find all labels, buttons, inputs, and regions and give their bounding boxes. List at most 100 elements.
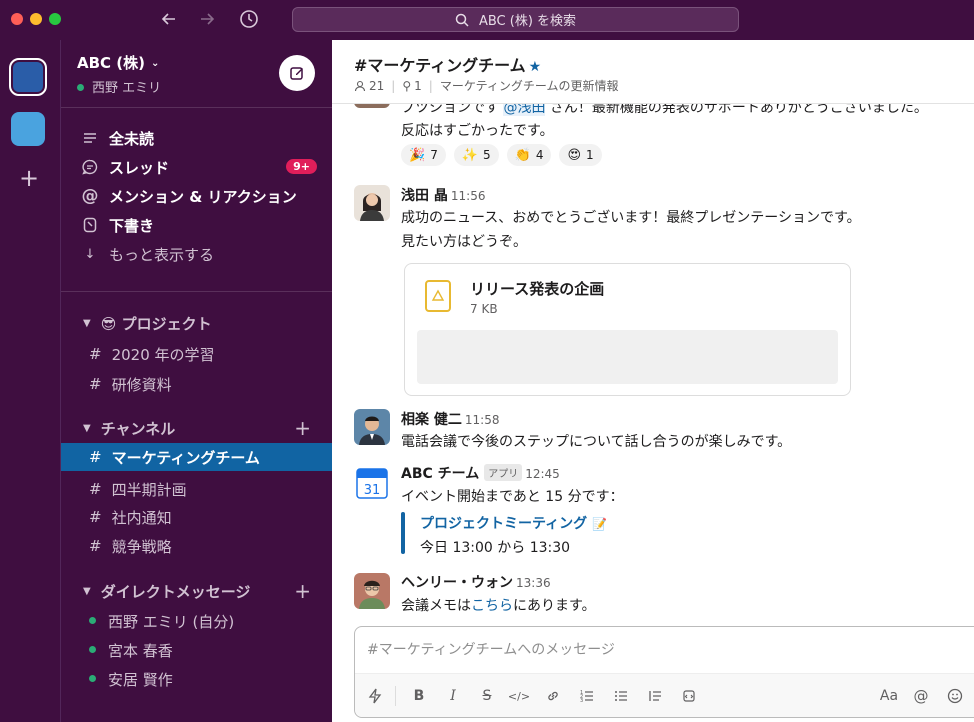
dm-label: 宮本 春香	[108, 641, 173, 660]
file-name[interactable]: リリース発表の企画	[470, 278, 604, 299]
search-bar[interactable]: ABC (株) を検索	[292, 7, 739, 32]
message-sender[interactable]: ヘンリー・ウォン 13:36	[401, 572, 551, 592]
sidebar-item-mentions[interactable]: @ メンション & リアクション	[61, 182, 333, 210]
workspace-second-tile[interactable]	[11, 112, 45, 146]
sender-name[interactable]: 浅田 晶	[401, 188, 448, 204]
message-text: 成功のニュース、おめでとうございます！最終プレゼンテーションです。	[401, 210, 861, 226]
sidebar-channel-2020-learning[interactable]: # 2020 年の学習	[61, 340, 333, 368]
mention-icon[interactable]: @	[909, 684, 933, 708]
add-dm-icon[interactable]: +	[294, 579, 311, 603]
sidebar-channel-strategy[interactable]: # 競争戦略	[61, 532, 333, 560]
link-icon[interactable]	[541, 684, 565, 708]
event-quote-bar	[401, 512, 405, 554]
zoom-window-button[interactable]	[49, 13, 61, 25]
sidebar-channel-marketing[interactable]: # マーケティングチーム	[61, 443, 333, 471]
message-sender[interactable]: 浅田 晶 11:56	[401, 185, 485, 205]
formatting-toggle-button[interactable]: Aa	[875, 684, 903, 708]
compose-button[interactable]	[279, 55, 315, 91]
composer-toolbar: B I S </> 123 Aa @	[355, 673, 974, 717]
reaction-count: 5	[483, 148, 491, 162]
sidebar-item-show-more[interactable]: ↓ もっと表示する	[61, 240, 333, 268]
sidebar-channel-notices[interactable]: # 社内通知	[61, 503, 333, 531]
reaction-party[interactable]: 🎉 7	[401, 144, 446, 166]
back-arrow-icon[interactable]	[158, 8, 180, 30]
channel-meta: 21 | ⚲ 1 | マーケティングチームの更新情報	[354, 77, 619, 94]
meta-divider: |	[391, 78, 396, 93]
members-icon[interactable]	[354, 80, 366, 92]
sidebar-item-label: 全未読	[109, 129, 155, 148]
sidebar-item-label: メンション & リアクション	[109, 187, 297, 206]
strikethrough-icon[interactable]: S	[475, 684, 499, 708]
arrow-down-icon: ↓	[84, 246, 96, 262]
sidebar-dm-nishino[interactable]: 西野 エミリ (自分)	[61, 607, 333, 635]
message-sender[interactable]: 相楽 健二 11:58	[401, 409, 499, 429]
avatar[interactable]	[354, 409, 390, 445]
sidebar-channel-quarterly[interactable]: # 四半期計画	[61, 475, 333, 503]
workspace-rail: +	[0, 40, 60, 722]
add-workspace-icon[interactable]: +	[17, 166, 41, 190]
message-input[interactable]	[355, 627, 974, 673]
sender-name[interactable]: 相楽 健二	[401, 412, 462, 428]
file-attachment[interactable]: リリース発表の企画 7 KB	[404, 263, 851, 396]
pin-count[interactable]: 1	[414, 79, 422, 93]
calendar-day: 31	[364, 483, 381, 498]
event-link[interactable]: プロジェクトミーティング 📝	[420, 513, 607, 533]
message-time[interactable]: 13:36	[516, 576, 551, 590]
hash-icon: #	[89, 345, 102, 363]
emoji-icon[interactable]	[943, 684, 967, 708]
sender-name[interactable]: ABC チーム	[401, 466, 479, 482]
bullet-list-icon[interactable]	[609, 684, 633, 708]
blockquote-icon[interactable]	[643, 684, 667, 708]
avatar[interactable]	[354, 185, 390, 221]
message-time[interactable]: 12:45	[525, 467, 560, 481]
message-time[interactable]: 11:58	[465, 413, 500, 427]
sidebar-item-unreads[interactable]: 全未読	[61, 124, 333, 152]
italic-icon[interactable]: I	[441, 684, 465, 708]
message-sender[interactable]: ABC チーム アプリ 12:45	[401, 463, 560, 483]
sidebar-item-drafts[interactable]: 下書き	[61, 211, 333, 239]
message-time[interactable]: 11:56	[451, 189, 486, 203]
event-title[interactable]: プロジェクトミーティング	[420, 516, 587, 532]
code-icon[interactable]: </>	[507, 684, 531, 708]
section-projects[interactable]: ▼ 😎 プロジェクト	[61, 309, 333, 337]
sender-name[interactable]: ヘンリー・ウォン	[401, 575, 513, 591]
channel-label: 社内通知	[111, 508, 172, 527]
close-window-button[interactable]	[11, 13, 23, 25]
pin-icon[interactable]: ⚲	[402, 79, 411, 93]
notes-link[interactable]: こちら	[471, 598, 513, 614]
add-channel-icon[interactable]: +	[294, 416, 311, 440]
online-status-dot	[89, 645, 96, 653]
sidebar-channel-training[interactable]: # 研修資料	[61, 370, 333, 398]
workspace-abc-tile[interactable]	[9, 58, 47, 96]
section-direct-messages[interactable]: ▼ ダイレクトメッセージ +	[61, 577, 333, 605]
workspace-header[interactable]: ABC (株) ⌄ 西野 エミリ	[61, 40, 333, 108]
channel-title-button[interactable]: #マーケティングチーム ★	[354, 52, 541, 76]
section-label: 😎 プロジェクト	[100, 314, 212, 333]
sidebar-item-label: スレッド	[109, 158, 170, 177]
star-icon[interactable]: ★	[529, 59, 542, 75]
hash-icon: #	[89, 375, 102, 393]
drafts-icon	[81, 217, 99, 233]
heart-eyes-icon: 😍	[567, 147, 582, 163]
reaction-clap[interactable]: 👏 4	[506, 144, 552, 166]
file-preview[interactable]	[417, 330, 838, 384]
channel-topic[interactable]: マーケティングチームの更新情報	[440, 77, 619, 94]
reaction-heart-eyes[interactable]: 😍 1	[559, 144, 602, 166]
sidebar-dm-yasui[interactable]: 安居 賢作	[61, 665, 333, 693]
section-channels[interactable]: ▼ チャンネル +	[61, 414, 333, 442]
history-clock-icon[interactable]	[238, 8, 260, 30]
calendar-app-icon[interactable]: 31	[354, 465, 390, 501]
shortcuts-lightning-icon[interactable]	[363, 684, 387, 708]
sidebar-dm-miyamoto[interactable]: 宮本 春香	[61, 636, 333, 664]
forward-arrow-icon[interactable]	[196, 8, 218, 30]
avatar[interactable]	[354, 573, 390, 609]
ordered-list-icon[interactable]: 123	[575, 684, 599, 708]
message-text: 反応はすごかったです。	[401, 123, 554, 139]
code-block-icon[interactable]	[677, 684, 701, 708]
sidebar-item-threads[interactable]: スレッド 9+	[61, 153, 333, 181]
member-count[interactable]: 21	[369, 79, 384, 93]
bold-icon[interactable]: B	[407, 684, 431, 708]
reaction-sparkles[interactable]: ✨ 5	[453, 144, 499, 166]
minimize-window-button[interactable]	[30, 13, 42, 25]
unreads-icon	[81, 132, 99, 144]
